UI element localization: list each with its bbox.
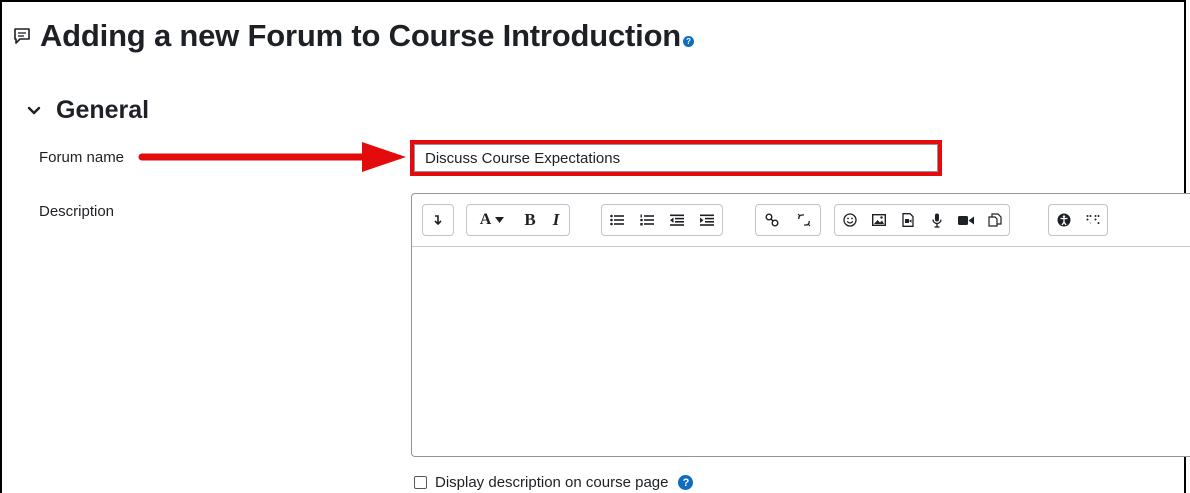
collapse-toggle-icon[interactable] (423, 205, 453, 235)
ordered-list-icon[interactable] (632, 205, 662, 235)
help-icon[interactable]: ? (683, 35, 695, 47)
bold-icon[interactable]: B (517, 205, 543, 235)
forum-icon (14, 28, 30, 44)
accessibility-checker-icon[interactable] (1049, 205, 1078, 235)
indent-icon[interactable] (692, 205, 722, 235)
manage-files-icon[interactable] (980, 205, 1009, 235)
toolbar-group-collapse (422, 204, 454, 236)
record-video-icon[interactable] (951, 205, 980, 235)
toolbar-group-accessibility (1048, 204, 1108, 236)
display-description-row: Display description on course page ? (414, 474, 694, 491)
chevron-down-icon[interactable] (26, 103, 42, 119)
display-description-checkbox[interactable] (414, 476, 427, 489)
screen-reader-helper-icon[interactable] (1078, 205, 1107, 235)
image-icon[interactable] (864, 205, 893, 235)
toolbar-group-links (755, 204, 821, 236)
section-general-header[interactable]: General (26, 96, 149, 125)
unlink-icon[interactable] (788, 205, 820, 235)
unordered-list-icon[interactable] (602, 205, 632, 235)
toolbar-group-media (834, 204, 1010, 236)
font-style-label: A (479, 211, 492, 228)
page-title: Adding a new Forum to Course Introductio… (12, 16, 695, 56)
section-title: General (56, 96, 150, 124)
link-icon[interactable] (756, 205, 788, 235)
description-editor[interactable]: A B I (411, 193, 1190, 457)
editor-toolbar: A B I (412, 194, 1190, 247)
media-icon[interactable] (893, 205, 922, 235)
page-title-text: Adding a new Forum to Course Introductio… (40, 18, 682, 53)
outdent-icon[interactable] (662, 205, 692, 235)
help-icon[interactable]: ? (678, 475, 694, 490)
description-label: Description (39, 203, 115, 220)
annotation-arrow (138, 142, 406, 172)
forum-name-highlight (410, 140, 942, 176)
forum-name-label: Forum name (39, 149, 125, 166)
record-audio-icon[interactable] (922, 205, 951, 235)
forum-name-input[interactable] (414, 144, 938, 172)
display-description-label[interactable]: Display description on course page (435, 474, 668, 491)
emoji-icon[interactable] (835, 205, 864, 235)
italic-icon[interactable]: I (543, 205, 569, 235)
font-style-dropdown-icon[interactable]: A (467, 205, 517, 235)
description-editor-body[interactable] (412, 247, 1190, 456)
toolbar-group-lists (601, 204, 723, 236)
toolbar-group-text-style: A B I (466, 204, 570, 236)
